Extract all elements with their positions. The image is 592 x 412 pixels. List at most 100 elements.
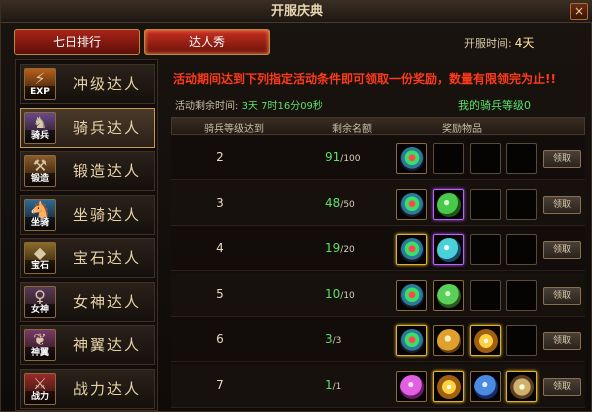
my-cavalry-level: 我的骑兵等级0 — [458, 99, 531, 112]
server-open-time: 开服时间: 4天 — [464, 34, 534, 51]
sidebar-item[interactable]: ♞ 骑兵 骑兵达人 — [20, 107, 155, 148]
empty-reward-slot — [470, 234, 501, 265]
remaining-count: 10 — [325, 286, 341, 301]
sidebar-item-label: 女神达人 — [73, 292, 142, 311]
reward-slot[interactable] — [433, 325, 464, 356]
total-count: /3 — [332, 336, 342, 346]
flower-icon — [510, 374, 534, 399]
reward-slot[interactable] — [506, 370, 537, 402]
sidebar-item[interactable]: ◆ 宝石 宝石达人 — [20, 238, 155, 278]
empty-reward-slot — [506, 279, 537, 311]
gem-icon: ◆ 宝石 — [24, 242, 56, 274]
header-level: 骑兵等级达到 — [204, 124, 264, 135]
green-orb-icon — [437, 283, 461, 308]
wing-icon: ❦ 神翼 — [24, 329, 56, 361]
claim-button[interactable]: 领取 — [543, 241, 581, 259]
reward-table: 骑兵等级达到 剩余名额 奖励物品 2 91/100 领取 3 48/50 领取 4 19/20… — [171, 117, 585, 411]
remaining-slots: 3/3 — [325, 332, 341, 346]
reward-slot[interactable] — [396, 370, 427, 402]
icon-caption: 战力 — [25, 390, 55, 404]
reward-slot[interactable] — [396, 279, 427, 311]
reward-slot[interactable] — [396, 143, 427, 174]
remaining-count: 19 — [325, 241, 341, 255]
window-titlebar: 开服庆典 — [1, 1, 592, 23]
reward-slot[interactable] — [433, 279, 464, 311]
close-icon: × — [573, 4, 585, 18]
reward-slot[interactable] — [433, 234, 464, 265]
tab-label: 七日排行 — [52, 35, 101, 49]
required-level: 5 — [216, 286, 224, 301]
countdown-label: 活动剩余时间: — [175, 101, 239, 112]
empty-reward-slot — [506, 143, 537, 174]
mount-icon: 🐴 坐骑 — [24, 198, 56, 231]
icon-caption: 坐骑 — [25, 216, 55, 230]
close-button[interactable]: × — [570, 3, 588, 20]
sidebar-item[interactable]: ❦ 神翼 神翼达人 — [20, 325, 155, 365]
table-header: 骑兵等级达到 剩余名额 奖励物品 — [171, 117, 585, 135]
category-sidebar: ⚡ EXP 冲级达人 ♞ 骑兵 骑兵达人 ⚒ 锻造 锻造达人 🐴 坐骑 坐骑达人 ◆ 宝石 宝石达人 ♀ 女神女… — [15, 59, 158, 411]
sidebar-item-label: 宝石达人 — [73, 249, 142, 267]
required-level: 2 — [216, 150, 224, 164]
icon-caption: EXP — [25, 86, 55, 99]
empty-reward-slot — [470, 188, 501, 220]
sidebar-item[interactable]: ⚔ 战力 战力达人 — [20, 368, 155, 409]
sidebar-item[interactable]: ⚒ 锻造 锻造达人 — [20, 151, 155, 191]
sidebar-item-label: 战力达人 — [73, 379, 142, 398]
claim-button[interactable]: 领取 — [543, 332, 581, 350]
celebration-window: 开服庆典 × 七日排行 达人秀 开服时间: 4天 ⚡ EXP 冲级达人 ♞ 骑兵 骑兵达人 ⚒… — [0, 0, 592, 412]
total-count: /20 — [340, 245, 355, 255]
claim-button[interactable]: 领取 — [543, 377, 581, 396]
tab-seven-day-ranking[interactable]: 七日排行 — [14, 29, 140, 55]
cavalry-icon: ♞ 骑兵 — [24, 111, 56, 144]
sidebar-item-label: 坐骑达人 — [73, 205, 142, 224]
reward-slot[interactable] — [470, 370, 501, 402]
empty-reward-slot — [470, 143, 501, 174]
reward-slot[interactable] — [470, 325, 501, 356]
remaining-slots: 19/20 — [325, 241, 355, 255]
reward-slot[interactable] — [396, 234, 427, 265]
sidebar-item[interactable]: ♀ 女神 女神达人 — [20, 281, 155, 322]
claim-button[interactable]: 领取 — [543, 286, 581, 305]
total-count: /10 — [340, 290, 355, 301]
reward-slot[interactable] — [433, 370, 464, 402]
reward-slot[interactable] — [396, 188, 427, 220]
blue-orb-icon — [474, 374, 498, 399]
claim-button[interactable]: 领取 — [543, 195, 581, 214]
icon-caption: 神翼 — [25, 347, 55, 360]
sidebar-item[interactable]: ⚡ EXP 冲级达人 — [20, 64, 155, 104]
emblem-icon — [400, 147, 424, 171]
event-notice: 活动期间达到下列指定活动条件即可领取一份奖励，数量有限领完为止!! — [173, 72, 556, 86]
total-count: /50 — [340, 199, 355, 210]
header-remaining: 剩余名额 — [332, 124, 372, 135]
reward-slot[interactable] — [396, 325, 427, 356]
sidebar-item-label: 骑兵达人 — [73, 118, 142, 137]
table-row: 7 1/1 领取 — [171, 363, 585, 408]
emblem-icon — [400, 329, 424, 353]
required-level: 7 — [216, 377, 224, 392]
claim-button[interactable]: 领取 — [543, 150, 581, 168]
power-icon: ⚔ 战力 — [24, 372, 56, 405]
emblem-icon — [400, 238, 424, 262]
icon-caption: 宝石 — [25, 260, 55, 273]
remaining-slots: 91/100 — [325, 150, 361, 164]
goddess-icon: ♀ 女神 — [24, 285, 56, 318]
emblem-icon — [400, 192, 424, 217]
remaining-count: 91 — [325, 150, 341, 164]
forge-icon: ⚒ 锻造 — [24, 155, 56, 187]
table-row: 2 91/100 领取 — [171, 136, 585, 180]
reward-slot[interactable] — [433, 188, 464, 220]
required-level: 4 — [216, 241, 224, 255]
leaf-icon — [437, 192, 461, 217]
table-row: 5 10/10 领取 — [171, 272, 585, 317]
total-count: /100 — [340, 154, 361, 164]
countdown-value: 3天 7时16分09秒 — [241, 101, 323, 112]
open-time-value: 4天 — [514, 36, 535, 50]
sidebar-item-label: 神翼达人 — [73, 336, 142, 354]
sidebar-item[interactable]: 🐴 坐骑 坐骑达人 — [20, 194, 155, 235]
icon-caption: 女神 — [25, 303, 55, 317]
coin-icon — [437, 329, 461, 353]
tab-talent-show[interactable]: 达人秀 — [144, 29, 270, 55]
sidebar-item-label: 锻造达人 — [73, 162, 142, 180]
remaining-slots: 10/10 — [325, 287, 355, 301]
sidebar-item-label: 冲级达人 — [73, 75, 142, 93]
